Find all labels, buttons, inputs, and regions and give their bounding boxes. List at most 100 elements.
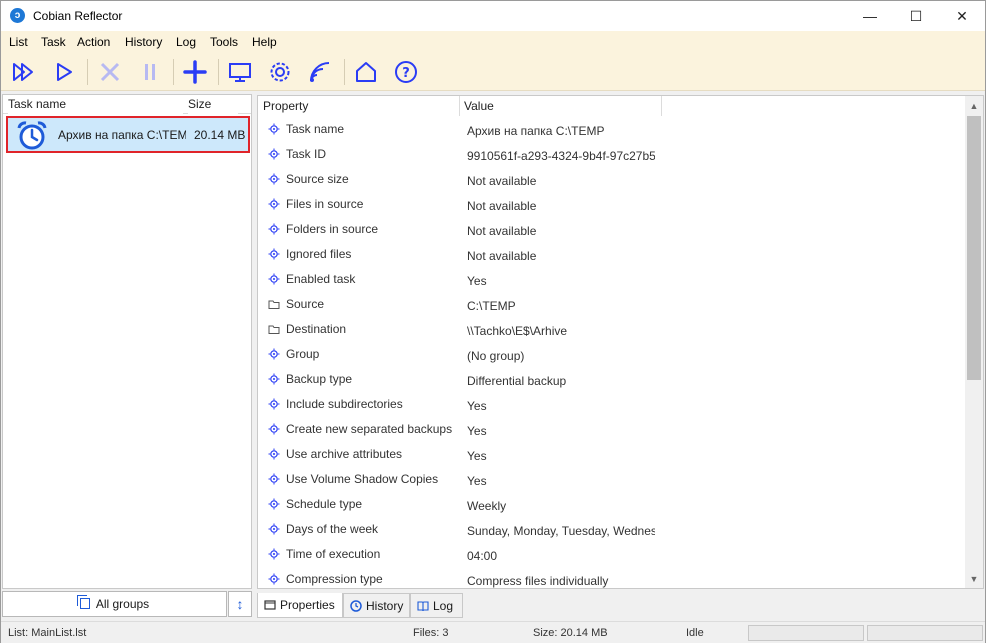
property-icon [268,248,280,260]
menu-task[interactable]: Task [41,35,66,49]
menu-bar: List Task Action History Log Tools Help [1,31,985,53]
property-row[interactable]: Destination \\Tachko\E$\Arhive [258,317,964,342]
pause-icon [145,64,155,80]
property-row[interactable]: Ignored files Not available [258,242,964,267]
property-row[interactable]: Source C:\TEMP [258,292,964,317]
task-list-panel: Task name Size Архив на папка C:\TEMP 20… [2,94,252,589]
home-button[interactable] [351,57,381,87]
property-value: Weekly [467,499,507,513]
task-size: 20.14 MB [194,128,246,142]
menu-action[interactable]: Action [77,35,110,49]
property-row[interactable]: Backup type Differential backup [258,367,964,392]
property-name: Source [286,297,325,311]
property-row[interactable]: Use Volume Shadow Copies Yes [258,467,964,492]
run-all-button[interactable] [9,57,39,87]
property-row[interactable]: Days of the week Sunday, Monday, Tuesday,… [258,517,964,542]
column-header-filler [662,96,965,116]
toolbar-separator [344,59,345,85]
minimize-button[interactable]: — [847,1,893,31]
property-value: Yes [467,399,487,413]
scroll-down-arrow[interactable]: ▼ [965,570,983,588]
property-icon [268,373,280,385]
folder-icon [268,300,280,309]
property-name: Destination [286,322,347,336]
property-icon [268,223,280,235]
task-row[interactable]: Архив на папка C:\TEMP 20.14 MB [6,116,250,153]
status-progress-2 [867,625,983,641]
property-icon [268,573,280,585]
help-icon: ? [395,61,417,83]
alarm-clock-icon [17,121,47,150]
property-name: Files in source [286,197,364,211]
property-value: Not available [467,224,537,238]
menu-tools[interactable]: Tools [210,35,238,49]
menu-help[interactable]: Help [252,35,277,49]
property-icon [268,198,280,210]
property-value: (No group) [467,349,525,363]
monitor-button[interactable] [225,57,255,87]
column-header-value[interactable]: Value [460,96,662,116]
maximize-button[interactable]: ☐ [893,1,939,31]
property-row[interactable]: Group (No group) [258,342,964,367]
property-row[interactable]: Compression type Compress files individua… [258,567,964,588]
title-bar[interactable]: ↄ Cobian Reflector — ☐ ✕ [1,1,985,31]
property-row[interactable]: Use archive attributes Yes [258,442,964,467]
scroll-up-arrow[interactable]: ▲ [965,97,983,115]
help-button[interactable]: ? [391,57,421,87]
property-row[interactable]: Files in source Not available [258,192,964,217]
close-button[interactable]: ✕ [939,1,985,31]
property-row[interactable]: Enabled task Yes [258,267,964,292]
property-list: Task name Архив на папка C:\TEMP Task ID 99… [258,117,964,588]
sort-toggle-button[interactable]: ↕ [228,591,252,617]
history-tab-icon [350,600,362,612]
property-name: Enabled task [286,272,356,286]
property-row[interactable]: Time of execution 04:00 [258,542,964,567]
tab-label: History [366,599,404,613]
property-icon [268,523,280,535]
property-row[interactable]: Create new separated backups Yes [258,417,964,442]
pause-button[interactable] [135,57,165,87]
app-window: ↄ Cobian Reflector — ☐ ✕ List Task Actio… [0,0,986,643]
properties-tab-icon [264,600,276,610]
property-row[interactable]: Schedule type Weekly [258,492,964,517]
tab-log[interactable]: Log [410,593,463,618]
property-row[interactable]: Task name Архив на папка C:\TEMP [258,117,964,142]
status-progress-1 [748,625,864,641]
property-name: Ignored files [286,247,352,261]
add-task-button[interactable] [180,57,210,87]
property-value: Not available [467,199,537,213]
properties-panel: Property Value Task name Архив на папка C… [257,95,984,589]
property-row[interactable]: Source size Not available [258,167,964,192]
column-header-task-name[interactable]: Task name [8,95,183,114]
property-row[interactable]: Task ID 9910561f-a293-4324-9b4f-97c27b5 [258,142,964,167]
run-button[interactable] [49,57,79,87]
tab-history[interactable]: History [343,593,410,618]
menu-list[interactable]: List [9,35,28,49]
property-value: Differential backup [467,374,567,388]
signal-button[interactable] [305,57,335,87]
column-header-size[interactable]: Size [188,95,238,114]
property-value: Compress files individually [467,574,609,588]
run-icon [57,63,72,81]
tab-properties[interactable]: Properties [257,593,343,618]
property-name: Create new separated backups [286,422,453,436]
property-value: Yes [467,474,487,488]
property-row[interactable]: Folders in source Not available [258,217,964,242]
menu-log[interactable]: Log [176,35,196,49]
task-name: Архив на папка C:\TEMP [58,128,186,142]
settings-button[interactable] [265,57,295,87]
all-groups-button[interactable]: All groups [2,591,227,617]
property-value: Yes [467,449,487,463]
property-name: Time of execution [286,547,381,561]
property-row[interactable]: Include subdirectories Yes [258,392,964,417]
stop-button[interactable] [95,57,125,87]
property-name: Use Volume Shadow Copies [286,472,439,486]
menu-history[interactable]: History [125,35,162,49]
property-icon [268,473,280,485]
property-name: Backup type [286,372,353,386]
toolbar-separator [173,59,174,85]
scrollbar-thumb[interactable] [967,116,981,380]
toolbar-separator [218,59,219,85]
column-header-property[interactable]: Property [258,96,460,116]
monitor-icon [229,63,251,82]
